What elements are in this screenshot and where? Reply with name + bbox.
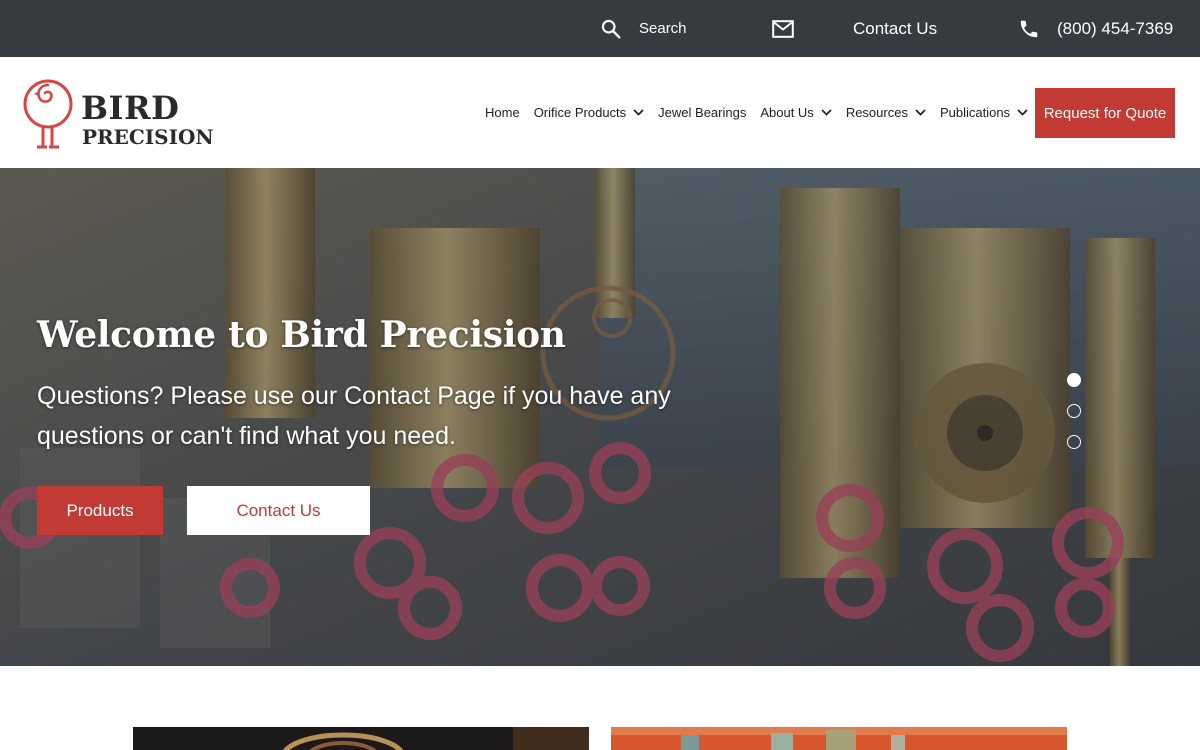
nav-item-publications[interactable]: Publications: [933, 105, 1035, 120]
mail-icon: [772, 19, 794, 38]
nav-item-orifice-products[interactable]: Orifice Products: [527, 105, 651, 120]
top-utility-bar: Search Contact Us (800) 454-7369: [0, 0, 1200, 57]
feature-card-1[interactable]: [133, 727, 589, 750]
nav-item-home[interactable]: Home: [478, 105, 527, 120]
hero-title: Welcome to Bird Precision: [37, 314, 566, 356]
request-quote-button[interactable]: Request for Quote: [1035, 88, 1175, 138]
search-link[interactable]: Search: [600, 0, 687, 57]
hero-slider: Welcome to Bird Precision Questions? Ple…: [0, 168, 1200, 666]
logo-text-bird: BIRD: [81, 89, 180, 127]
contact-link[interactable]: Contact Us: [772, 0, 937, 57]
nav-label: Home: [485, 105, 520, 120]
slider-dot-3[interactable]: [1067, 435, 1081, 449]
chevron-down-icon: [915, 109, 926, 116]
bird-logo-icon: [23, 79, 73, 149]
main-nav: Home Orifice Products Jewel Bearings Abo…: [478, 57, 1035, 168]
search-label: Search: [639, 20, 687, 37]
nav-item-resources[interactable]: Resources: [839, 105, 933, 120]
feature-card-2[interactable]: [611, 727, 1067, 750]
contact-label: Contact Us: [853, 18, 938, 38]
phone-icon: [1020, 20, 1038, 37]
search-icon: [601, 19, 621, 38]
site-logo[interactable]: BIRD PRECISION: [22, 76, 222, 152]
phone-number: (800) 454-7369: [1057, 18, 1174, 38]
logo-text-precision: PRECISION: [82, 125, 214, 149]
nav-item-jewel-bearings[interactable]: Jewel Bearings: [651, 105, 753, 120]
site-header: BIRD PRECISION Home Orifice Products Jew…: [0, 57, 1200, 168]
hero-subtitle: Questions? Please use our Contact Page i…: [37, 382, 671, 450]
phone-link[interactable]: (800) 454-7369: [1018, 0, 1173, 57]
chevron-down-icon: [633, 109, 644, 116]
chevron-down-icon: [1017, 109, 1028, 116]
slider-dot-2[interactable]: [1067, 404, 1081, 418]
nav-label: Publications: [939, 105, 1011, 120]
nav-label: About Us: [760, 105, 814, 120]
nav-label: Resources: [845, 105, 908, 120]
card-image-2: [611, 727, 1067, 750]
chevron-down-icon: [821, 109, 832, 116]
nav-label: Orifice Products: [533, 105, 627, 120]
slider-dots: [1067, 373, 1082, 466]
products-button[interactable]: Products: [37, 486, 163, 535]
nav-item-about-us[interactable]: About Us: [753, 105, 838, 120]
card-image-1: [133, 727, 589, 750]
slider-dot-1[interactable]: [1067, 373, 1081, 387]
nav-label: Jewel Bearings: [658, 105, 747, 120]
hero-contact-button[interactable]: Contact Us: [187, 486, 370, 535]
